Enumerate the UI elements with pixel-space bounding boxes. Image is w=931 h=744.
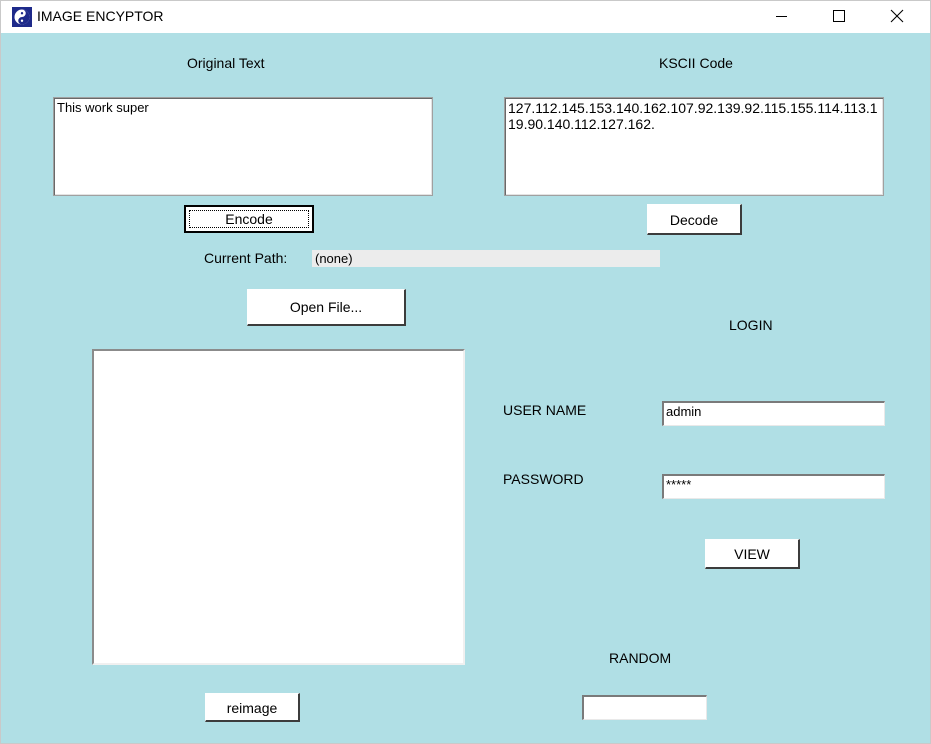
maximize-icon — [833, 10, 845, 22]
title-bar[interactable]: IMAGE ENCYPTOR — [1, 1, 930, 33]
view-button-label: VIEW — [734, 546, 770, 562]
form-client-area: Original Text This work super KSCII Code… — [1, 34, 930, 743]
window-title: IMAGE ENCYPTOR — [37, 8, 164, 24]
encode-button-label: Encode — [225, 211, 273, 227]
encode-button[interactable]: Encode — [184, 205, 314, 233]
yin-yang-app-icon — [12, 7, 32, 27]
close-icon — [890, 9, 904, 23]
username-input[interactable]: admin — [662, 401, 885, 426]
open-file-button-label: Open File... — [289, 299, 363, 315]
random-label: RANDOM — [609, 650, 672, 666]
login-heading: LOGIN — [729, 317, 773, 333]
app-window: IMAGE ENCYPTOR Original Text This work s… — [0, 0, 931, 744]
image-preview-box — [92, 349, 465, 665]
original-text-label: Original Text — [187, 55, 265, 71]
password-label: PASSWORD — [503, 471, 584, 487]
current-path-label: Current Path: — [204, 250, 288, 266]
close-button[interactable] — [868, 1, 926, 33]
original-text-box[interactable]: This work super — [53, 97, 433, 196]
password-input[interactable]: ***** — [662, 474, 885, 499]
maximize-button[interactable] — [810, 1, 868, 33]
kscii-code-box[interactable]: 127.112.145.153.140.162.107.92.139.92.11… — [504, 97, 884, 196]
random-input[interactable] — [582, 695, 707, 720]
current-path-display: (none) — [312, 250, 660, 267]
minimize-icon — [776, 16, 787, 17]
minimize-button[interactable] — [752, 1, 810, 33]
reimage-button-label: reimage — [226, 700, 278, 716]
reimage-button[interactable]: reimage — [205, 693, 300, 722]
open-file-button[interactable]: Open File... — [247, 289, 406, 326]
kscii-code-label: KSCII Code — [659, 55, 733, 71]
decode-button[interactable]: Decode — [647, 204, 742, 235]
decode-button-label: Decode — [669, 212, 719, 228]
username-label: USER NAME — [503, 402, 587, 418]
view-button[interactable]: VIEW — [705, 539, 800, 569]
current-path-value: (none) — [315, 251, 353, 266]
